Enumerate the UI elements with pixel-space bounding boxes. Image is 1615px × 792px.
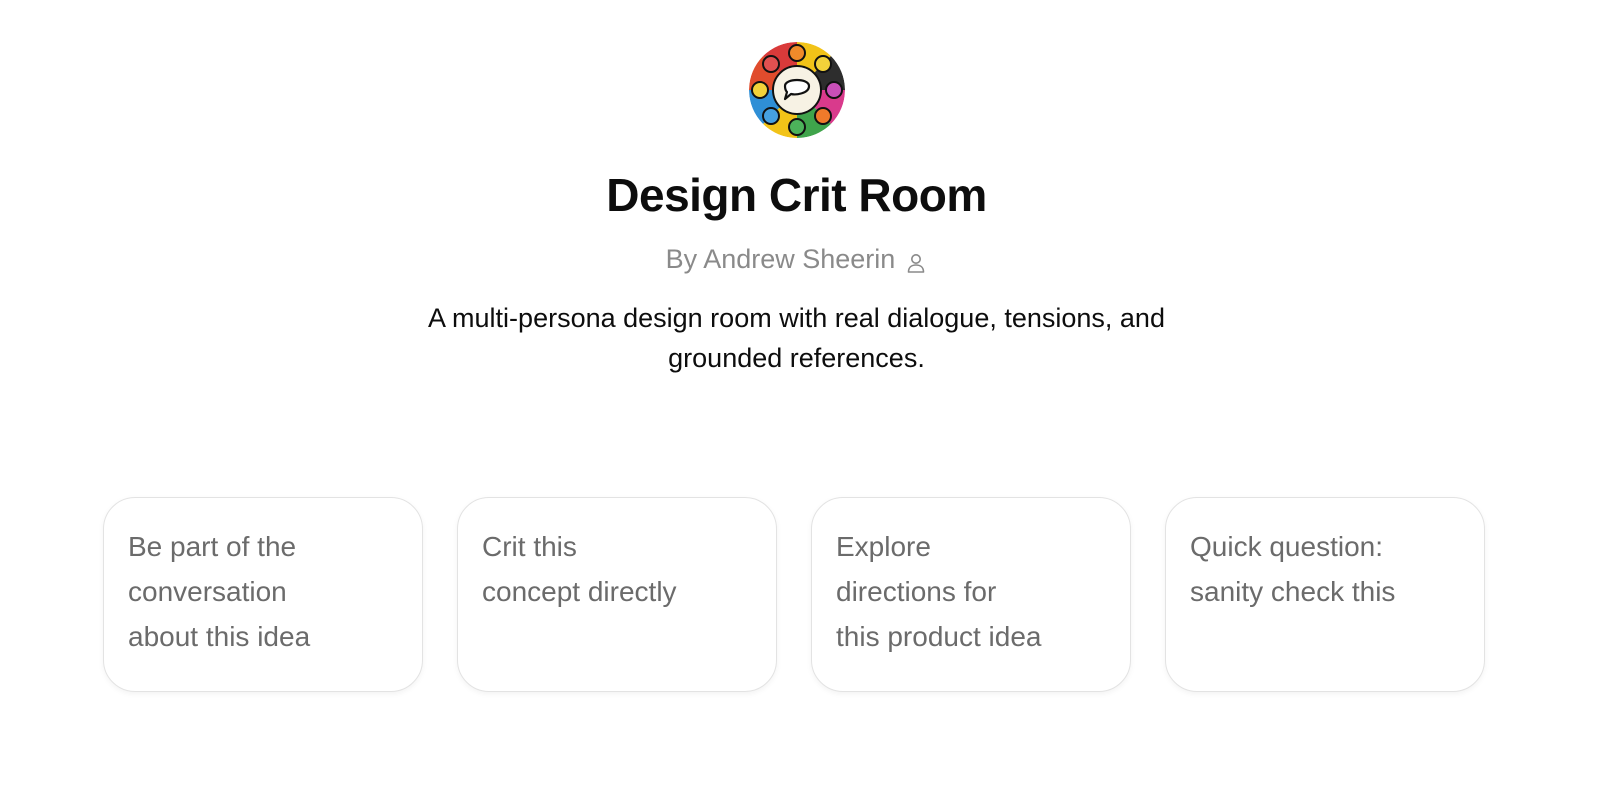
starter-card-4[interactable]: Quick question: sanity check this: [1165, 497, 1485, 692]
person-icon[interactable]: [905, 248, 927, 273]
gpt-header: Design Crit Room By Andrew Sheerin A mul…: [0, 42, 1593, 378]
gpt-avatar-logo: [748, 42, 845, 138]
starter-card-1[interactable]: Be part of the conversation about this i…: [103, 497, 423, 692]
conversation-starters: Be part of the conversation about this i…: [103, 497, 1485, 692]
starter-card-label: Crit this concept directly: [482, 531, 677, 607]
gpt-landing-page: Design Crit Room By Andrew Sheerin A mul…: [0, 0, 1615, 792]
starter-card-label: Explore directions for this product idea: [836, 531, 1042, 652]
author-byline: By Andrew Sheerin: [666, 242, 928, 276]
gpt-title: Design Crit Room: [606, 169, 987, 221]
gpt-description: A multi-persona design room with real di…: [428, 303, 1165, 373]
starter-card-3[interactable]: Explore directions for this product idea: [811, 497, 1131, 692]
author-name: By Andrew Sheerin: [665, 244, 896, 274]
starter-card-label: Be part of the conversation about this i…: [128, 531, 311, 652]
round-table-personas-logo: [748, 42, 845, 138]
starter-card-2[interactable]: Crit this concept directly: [457, 497, 777, 692]
starter-card-label: Quick question: sanity check this: [1190, 531, 1396, 607]
